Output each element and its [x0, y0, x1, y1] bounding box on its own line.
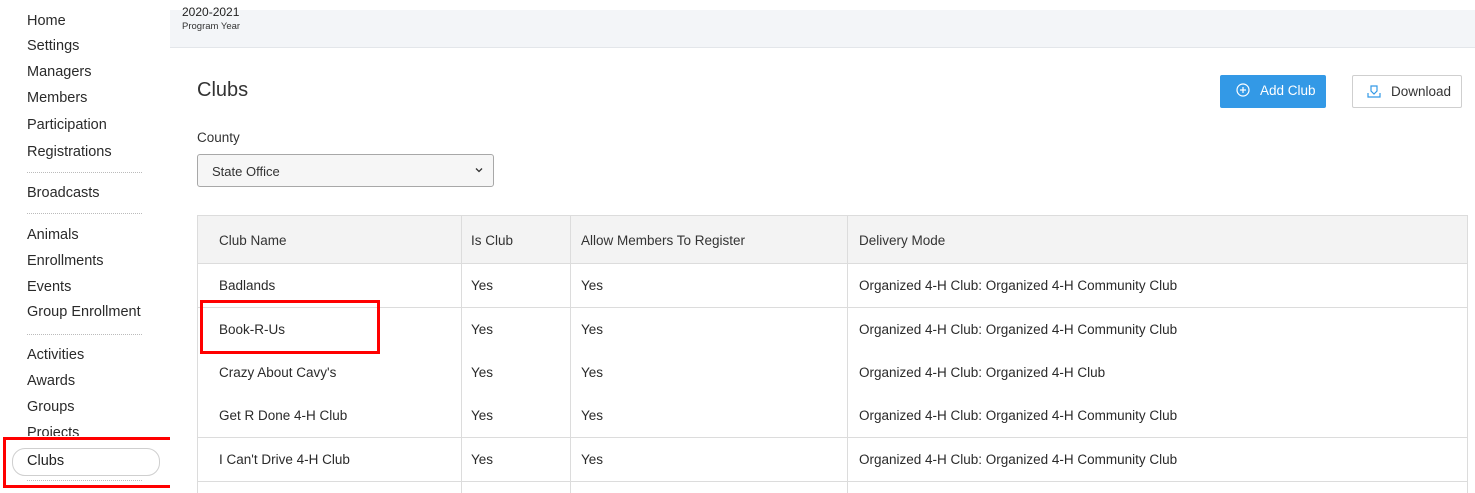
delivery-mode-cell: Organized 4-H Club: Organized 4-H Commun…	[859, 322, 1178, 337]
is-club-cell: Yes	[471, 365, 494, 380]
is-club-cell: Yes	[471, 278, 494, 293]
sidebar-item-animals[interactable]: Animals	[27, 226, 79, 244]
sidebar-divider	[27, 334, 142, 335]
program-year-label: Program Year	[182, 21, 241, 32]
chevron-down-icon	[475, 168, 483, 173]
page-title: Clubs	[197, 79, 249, 101]
club-name-cell[interactable]: Get R Done 4-H Club	[219, 408, 347, 423]
sidebar-item-activities[interactable]: Activities	[27, 346, 84, 364]
column-header-allow-members[interactable]: Allow Members To Register	[581, 233, 745, 248]
sidebar-item-participation[interactable]: Participation	[27, 116, 107, 134]
table-row[interactable]: Badlands Yes Yes Organized 4-H Club: Org…	[198, 264, 1467, 308]
plus-circle-icon	[1236, 83, 1250, 97]
club-name-cell[interactable]: Crazy About Cavy's	[219, 365, 336, 380]
sidebar-item-home[interactable]: Home	[27, 12, 66, 30]
table-header: Club Name Is Club Allow Members To Regis…	[198, 216, 1467, 264]
delivery-mode-cell: Organized 4-H Club: Organized 4-H Commun…	[859, 278, 1178, 293]
program-year: 2020-2021	[182, 5, 240, 19]
column-divider	[570, 216, 571, 493]
table-row[interactable]: I Can't Drive 4-H Club Yes Yes Organized…	[198, 438, 1467, 482]
add-club-button[interactable]: Add Club	[1220, 75, 1326, 108]
column-header-club-name[interactable]: Club Name	[219, 233, 287, 248]
program-year-bar: 2020-2021 Program Year	[170, 5, 1475, 48]
sidebar-divider	[27, 172, 142, 173]
highlight-box-clubs-nav	[3, 437, 180, 488]
allow-register-cell: Yes	[581, 278, 604, 293]
sidebar-item-broadcasts[interactable]: Broadcasts	[27, 184, 100, 202]
sidebar-item-groups[interactable]: Groups	[27, 398, 75, 416]
highlight-box-book-r-us	[200, 300, 380, 354]
allow-register-cell: Yes	[581, 365, 604, 380]
download-tray-icon	[1367, 85, 1381, 98]
sidebar-item-enrollments[interactable]: Enrollments	[27, 252, 104, 270]
is-club-cell: Yes	[471, 408, 494, 423]
club-name-cell[interactable]: Badlands	[219, 278, 275, 293]
allow-register-cell: Yes	[581, 452, 604, 467]
county-select-value: State Office	[212, 164, 280, 179]
sidebar-item-group-enrollment[interactable]: Group Enrollment	[27, 303, 141, 321]
sidebar-item-projects[interactable]: Projects	[27, 424, 79, 436]
download-label: Download	[1391, 84, 1452, 99]
allow-register-cell: Yes	[581, 322, 604, 337]
delivery-mode-cell: Organized 4-H Club: Organized 4-H Commun…	[859, 452, 1178, 467]
column-divider	[461, 216, 462, 493]
delivery-mode-cell: Organized 4-H Club: Organized 4-H Club	[859, 365, 1106, 380]
table-row[interactable]: Get R Done 4-H Club Yes Yes Organized 4-…	[198, 394, 1467, 438]
sidebar-item-registrations[interactable]: Registrations	[27, 143, 112, 161]
club-name-cell[interactable]: I Can't Drive 4-H Club	[219, 452, 350, 467]
sidebar-nav: Home Settings Managers Members Participa…	[0, 0, 180, 493]
is-club-cell: Yes	[471, 322, 494, 337]
main-content: 2020-2021 Program Year Clubs Add Club Do…	[170, 0, 1475, 493]
allow-register-cell: Yes	[581, 408, 604, 423]
is-club-cell: Yes	[471, 452, 494, 467]
county-select[interactable]: State Office	[197, 154, 494, 187]
clubs-table: Club Name Is Club Allow Members To Regis…	[197, 215, 1468, 493]
sidebar-item-events[interactable]: Events	[27, 278, 71, 296]
sidebar-item-awards[interactable]: Awards	[27, 372, 75, 390]
sidebar-item-members[interactable]: Members	[27, 89, 87, 107]
delivery-mode-cell: Organized 4-H Club: Organized 4-H Commun…	[859, 408, 1178, 423]
table-row[interactable]: Crazy About Cavy's Yes Yes Organized 4-H…	[198, 351, 1467, 395]
county-label: County	[197, 130, 240, 145]
column-divider	[847, 216, 848, 493]
sidebar-divider	[27, 213, 142, 214]
column-header-delivery-mode[interactable]: Delivery Mode	[859, 233, 945, 248]
sidebar-item-settings[interactable]: Settings	[27, 37, 79, 55]
table-row[interactable]: Book-R-Us Yes Yes Organized 4-H Club: Or…	[198, 308, 1467, 352]
download-button[interactable]: Download	[1352, 75, 1462, 108]
column-header-is-club[interactable]: Is Club	[471, 233, 513, 248]
sidebar-item-managers[interactable]: Managers	[27, 63, 91, 81]
add-club-label: Add Club	[1260, 83, 1316, 98]
